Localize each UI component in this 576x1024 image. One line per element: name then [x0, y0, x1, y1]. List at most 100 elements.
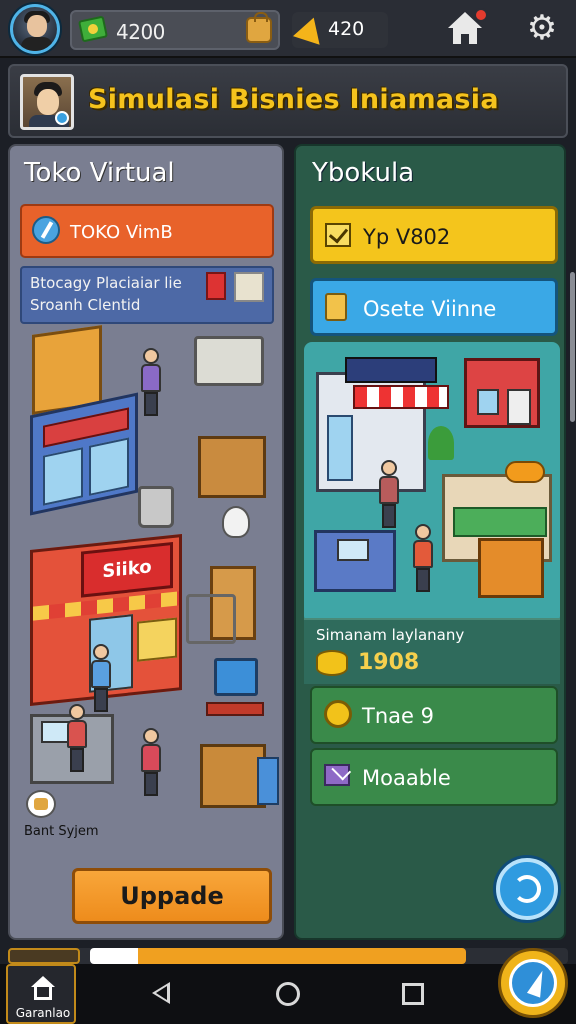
cash-value: 4200 [116, 20, 165, 44]
crate-side [257, 757, 279, 805]
portrait-face [37, 89, 59, 115]
person-head [381, 460, 397, 476]
yellow-button-label: Yp V802 [363, 225, 451, 249]
profile-portrait[interactable] [20, 74, 74, 130]
cash-counter[interactable]: 4200 [70, 10, 280, 50]
computer-desk[interactable] [206, 658, 264, 728]
shopper-character[interactable] [140, 728, 162, 796]
right-panel: Ybokula Yp V802 Osete Viinne Simanam lay… [294, 144, 566, 940]
person-head [143, 348, 159, 364]
green-action-button-2[interactable]: Moaable [310, 748, 558, 806]
home-icon-base [34, 986, 52, 1000]
store-scene[interactable] [304, 342, 560, 624]
person-legs [144, 772, 158, 796]
system-logo-icon [26, 790, 56, 818]
gem-counter[interactable]: 420 [292, 12, 388, 48]
green-button-1-label: Tnae 9 [362, 704, 434, 728]
storefront-window [89, 437, 129, 496]
scrollbar[interactable] [570, 272, 575, 422]
nav-home-button[interactable]: Garanlao [6, 964, 76, 1024]
storage-crate[interactable] [200, 744, 279, 808]
refresh-fab-button[interactable] [496, 858, 558, 920]
person-body [413, 540, 433, 568]
blue-storefront[interactable] [30, 392, 138, 516]
document-icon [325, 293, 347, 321]
display-cart[interactable] [194, 336, 264, 386]
person-legs [94, 688, 108, 712]
storefront-window [43, 447, 83, 506]
house-window [477, 389, 499, 415]
nav-home-label: Garanlao [15, 1006, 71, 1020]
coin-stack-icon [316, 650, 348, 676]
mail-icon [324, 764, 350, 786]
orange-crate[interactable] [478, 538, 544, 598]
shop-stall [137, 617, 177, 662]
coin-icon [324, 700, 352, 728]
checkout-till[interactable] [314, 530, 396, 592]
gem-icon [292, 13, 328, 45]
home-circle-icon[interactable] [276, 982, 300, 1006]
blue-action-button[interactable]: Osete Viinne [310, 278, 558, 336]
cat-icon[interactable] [222, 506, 250, 538]
refresh-icon [513, 875, 541, 903]
person-head [143, 728, 159, 744]
shop-sign: Siiko [81, 541, 173, 598]
plant-icon [428, 426, 454, 460]
minimart-building[interactable] [316, 357, 449, 492]
trash-bin[interactable] [138, 486, 174, 528]
info-line-1: Btocagy Placiaiar lie [30, 274, 182, 292]
bottom-nav-bar: Garanlao [0, 964, 576, 1024]
blue-button-label: Osete Viinne [363, 297, 497, 321]
title-banner: Simulasi Bisnies Iniamasia [8, 64, 568, 138]
red-book-icon [206, 272, 226, 300]
income-stat-label: Simanam laylanany [316, 626, 465, 644]
minimart-shelf [327, 415, 353, 481]
compass-needle [526, 968, 550, 998]
green-button-2-label: Moaable [362, 766, 451, 790]
pen-icon [32, 216, 60, 244]
toko-button[interactable]: TOKO VimB [20, 204, 274, 258]
shopper-character[interactable] [90, 644, 112, 712]
shopper-character[interactable] [378, 460, 400, 528]
green-action-button-1[interactable]: Tnae 9 [310, 686, 558, 744]
income-stat: Simanam laylanany 1908 [304, 618, 560, 684]
person-head [93, 644, 109, 660]
system-label: Bant Syjem [24, 824, 99, 839]
progress-bar-fill [90, 948, 466, 964]
info-card[interactable]: Btocagy Placiaiar lie Sroanh Clentid [20, 266, 274, 324]
game-title: Simulasi Bisnies Iniamasia [88, 84, 499, 115]
avatar-body [21, 37, 53, 51]
minimart-awning [353, 385, 449, 409]
person-legs [416, 568, 430, 592]
crate-cart[interactable] [198, 436, 266, 498]
bag-icon[interactable] [246, 12, 272, 43]
red-house[interactable] [464, 358, 540, 428]
shopper-character[interactable] [140, 348, 162, 416]
back-triangle-icon[interactable] [152, 982, 170, 1004]
checkmark-icon [325, 223, 351, 247]
house-door [507, 389, 531, 425]
desk [206, 702, 264, 716]
gear-icon[interactable]: ⚙ [524, 10, 560, 46]
compass-button[interactable] [498, 948, 568, 1018]
compass-icon [509, 959, 557, 1007]
avatar-head [27, 15, 47, 37]
toko-button-label: TOKO VimB [70, 222, 173, 243]
portrait-badge-icon [55, 111, 69, 125]
info-line-2: Sroanh Clentid [30, 296, 141, 314]
shopping-cart-icon[interactable] [186, 594, 236, 644]
upgrade-button[interactable]: Uppade [72, 868, 272, 924]
monitor-icon [214, 658, 258, 696]
person-body [141, 744, 161, 772]
shopper-character[interactable] [412, 524, 434, 592]
person-body [91, 660, 111, 688]
player-avatar[interactable] [10, 4, 60, 54]
left-panel-toko-virtual: Toko Virtual TOKO VimB Btocagy Placiaiar… [8, 144, 284, 940]
person-legs [144, 392, 158, 416]
fruit-pile [505, 461, 545, 483]
recents-square-icon[interactable] [402, 983, 424, 1005]
person-head [69, 704, 85, 720]
yellow-action-button[interactable]: Yp V802 [310, 206, 558, 264]
cashier-character[interactable] [66, 704, 88, 772]
left-panel-heading: Toko Virtual [24, 158, 175, 188]
